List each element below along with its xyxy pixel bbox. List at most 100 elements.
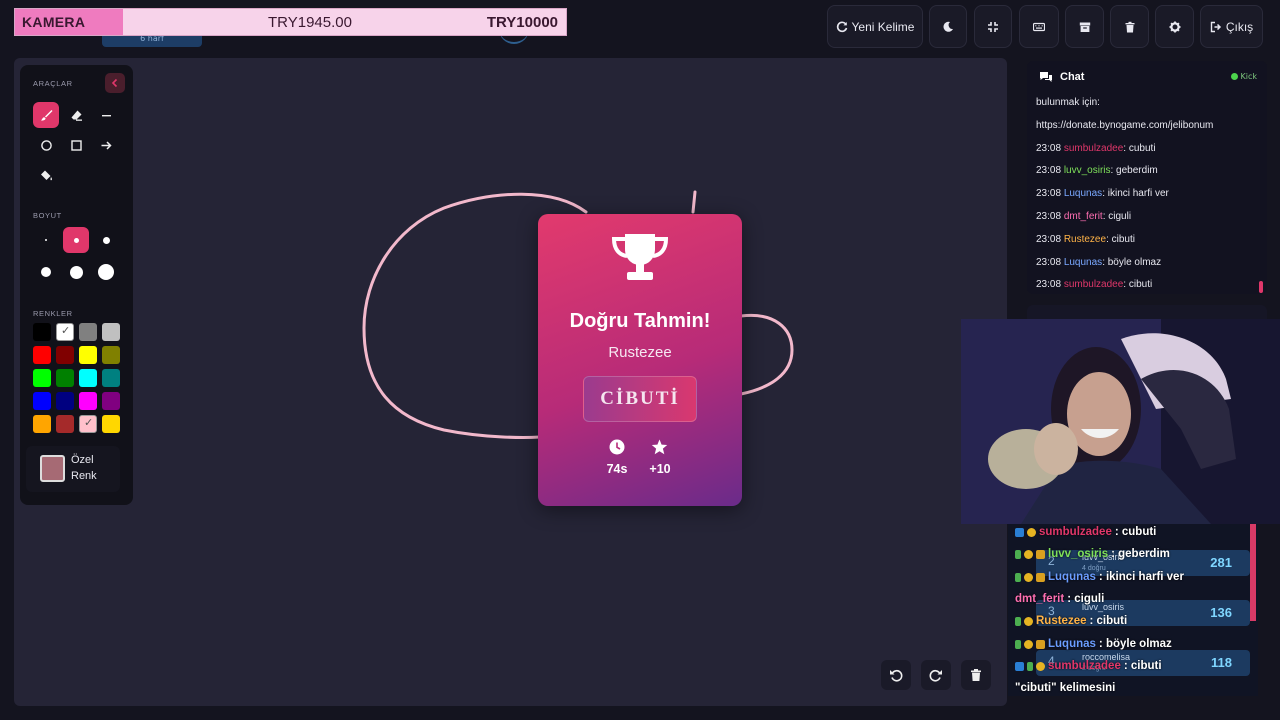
size-option-1[interactable]: [33, 227, 59, 253]
color-swatch[interactable]: [102, 346, 120, 364]
overlay-username: Luqunas: [1048, 571, 1096, 583]
leaderboard-score: 118: [1211, 655, 1232, 670]
color-swatch[interactable]: [102, 392, 120, 410]
eraser-tool[interactable]: [63, 102, 89, 128]
chat-message: 23:08 Luqunas: böyle olmaz: [1036, 257, 1259, 280]
user-badge-icon: [1036, 572, 1045, 582]
dark-mode-button[interactable]: [929, 5, 967, 48]
color-swatch[interactable]: [102, 415, 120, 433]
color-swatch[interactable]: [33, 323, 51, 341]
color-swatch[interactable]: [56, 392, 74, 410]
size-dot: [73, 237, 79, 243]
chat-message: 23:08 Rustezee: cibuti: [1036, 234, 1259, 257]
color-swatch[interactable]: [56, 346, 74, 364]
color-swatch[interactable]: [33, 415, 51, 433]
color-swatch[interactable]: [33, 369, 51, 387]
overlay-username: Luqunas: [1048, 638, 1096, 650]
chat-username[interactable]: sumbulzadee: [1064, 279, 1123, 290]
chat-username[interactable]: sumbulzadee: [1064, 143, 1123, 154]
chat-message: 23:08 dmt_ferit: ciguli: [1036, 211, 1259, 234]
size-option-5[interactable]: [63, 259, 89, 285]
chat-message: 23:08 luvv_osiris: geberdim: [1036, 165, 1259, 188]
user-badge-icon: [1024, 616, 1033, 626]
fill-tool[interactable]: [33, 162, 59, 188]
check-icon: ✓: [61, 324, 71, 337]
overlay-chat-line: sumbulzadee: cubuti: [1015, 526, 1156, 538]
leaderboard-score: 136: [1210, 605, 1232, 620]
color-swatch[interactable]: [79, 392, 97, 410]
size-option-3[interactable]: [93, 227, 119, 253]
size-section-title: BOYUT: [33, 211, 62, 220]
moon-icon: [943, 21, 953, 32]
overlay-chat-line: "cibuti" kelimesini: [1015, 682, 1115, 694]
chat-time: 23:08: [1036, 188, 1064, 200]
color-swatch[interactable]: [79, 323, 97, 341]
rectangle-tool[interactable]: [63, 132, 89, 158]
color-swatch[interactable]: ✓: [79, 415, 97, 433]
chat-text: : ikinci harfi ver: [1102, 188, 1169, 200]
circle-tool[interactable]: [33, 132, 59, 158]
chat-message: bulunmak için:: [1036, 97, 1259, 120]
color-swatch[interactable]: [102, 323, 120, 341]
paint-bucket-icon: [40, 170, 52, 180]
chat-scrollbar[interactable]: [1259, 281, 1263, 293]
collapse-panel-button[interactable]: [105, 73, 125, 93]
leaderboard-accent: [1250, 524, 1256, 621]
donation-goal-bar: KAMERA TRY1945.00 TRY10000: [14, 8, 567, 36]
color-swatch[interactable]: [102, 369, 120, 387]
clear-button[interactable]: [1110, 5, 1149, 48]
user-badge-icon: [1024, 639, 1033, 649]
archive-button[interactable]: [1065, 5, 1104, 48]
overlay-message: : cibuti: [1089, 615, 1128, 627]
color-swatch[interactable]: [33, 346, 51, 364]
fullscreen-icon: [988, 21, 998, 32]
chat-username[interactable]: luvv_osiris: [1064, 165, 1111, 176]
user-badge-icon: [1015, 616, 1021, 626]
donation-goal: TRY10000: [486, 14, 558, 31]
redo-button[interactable]: [921, 660, 951, 690]
custom-color-swatch[interactable]: [40, 455, 65, 482]
custom-color-label-line2: Renk: [71, 470, 97, 482]
size-option-6[interactable]: [93, 259, 119, 285]
size-dot: [45, 239, 47, 241]
line-icon: [101, 114, 111, 116]
keyboard-button[interactable]: [1019, 5, 1059, 48]
tools-panel: [20, 65, 133, 505]
chat-text: : cibuti: [1123, 279, 1153, 291]
chat-time: 23:08: [1036, 256, 1064, 268]
webcam-image: [961, 319, 1280, 524]
chevron-left-icon: [111, 78, 118, 88]
chat-message: 23:08 sumbulzadee: cibuti: [1036, 279, 1259, 294]
color-swatch[interactable]: ✓: [56, 323, 74, 341]
color-swatch[interactable]: [56, 415, 74, 433]
chat-username[interactable]: dmt_ferit: [1064, 211, 1103, 222]
overlay-username: luvv_osiris: [1048, 548, 1109, 560]
donation-label: KAMERA: [22, 14, 86, 30]
color-swatch[interactable]: [33, 392, 51, 410]
color-swatch[interactable]: [79, 346, 97, 364]
card-winner-name: Rustezee: [608, 344, 672, 361]
online-dot-icon: [1230, 73, 1238, 80]
color-swatch[interactable]: [79, 369, 97, 387]
logout-button[interactable]: Çıkış: [1200, 5, 1263, 48]
size-option-4[interactable]: [33, 259, 59, 285]
chat-username[interactable]: Luqunas: [1064, 257, 1102, 268]
arrow-tool[interactable]: [93, 132, 119, 158]
line-tool[interactable]: [93, 102, 119, 128]
size-option-2[interactable]: [63, 227, 89, 253]
chat-username[interactable]: Luqunas: [1064, 188, 1102, 199]
fullscreen-button[interactable]: [974, 5, 1012, 48]
overlay-message: "cibuti" kelimesini: [1015, 682, 1116, 694]
new-word-button[interactable]: Yeni Kelime: [827, 5, 923, 48]
user-badge-icon: [1015, 639, 1021, 649]
color-swatch[interactable]: [56, 369, 74, 387]
settings-button[interactable]: [1155, 5, 1194, 48]
overlay-chat-line: Luqunas: böyle olmaz: [1015, 638, 1172, 650]
clear-canvas-button[interactable]: [961, 660, 991, 690]
user-badge-icon: [1036, 639, 1045, 649]
undo-button[interactable]: [881, 660, 911, 690]
arrow-right-icon: [101, 140, 112, 150]
size-dot: [102, 236, 110, 244]
brush-tool[interactable]: [33, 102, 59, 128]
chat-username[interactable]: Rustezee: [1064, 234, 1106, 245]
